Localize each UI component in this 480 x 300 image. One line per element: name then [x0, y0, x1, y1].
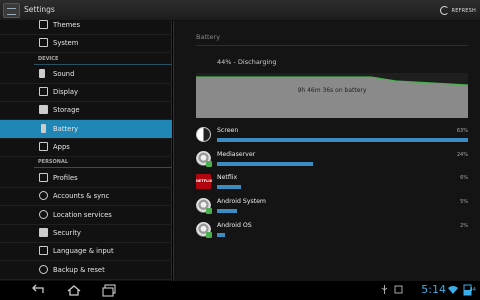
- sidebar-item-label: Backup & reset: [53, 266, 105, 274]
- usage-bar: [217, 162, 468, 166]
- android-app-icon: [196, 198, 212, 214]
- battery-history-graph[interactable]: 9h 46m 36s on battery: [196, 73, 469, 118]
- usage-bar: [217, 209, 468, 213]
- usage-percent: 2%: [460, 223, 468, 229]
- sidebar-item-language-input[interactable]: Language & input: [0, 242, 172, 261]
- usage-name: Android OS: [217, 222, 252, 229]
- sidebar-item-label: Display: [53, 88, 79, 96]
- usage-percent: 5%: [460, 199, 468, 205]
- sidebar-item-label: Storage: [53, 106, 80, 114]
- notification-icon[interactable]: [394, 285, 403, 294]
- refresh-icon: [439, 6, 449, 15]
- usage-bar-fill: [217, 185, 241, 189]
- usb-icon[interactable]: [380, 285, 389, 294]
- sidebar-item-sound[interactable]: Sound: [0, 65, 172, 84]
- sidebar-item-battery[interactable]: Battery: [0, 120, 172, 139]
- android-app-icon: [196, 151, 212, 167]
- usage-bar: [217, 233, 468, 237]
- page-title: Settings: [24, 5, 55, 14]
- back-icon[interactable]: [30, 284, 46, 297]
- refresh-label: REFRESH: [451, 7, 476, 14]
- usage-bar: [217, 138, 468, 142]
- sidebar-item-system[interactable]: System: [0, 34, 172, 53]
- usage-row-mediaserver[interactable]: Mediaserver 24%: [196, 148, 468, 172]
- lock-icon: [39, 228, 48, 237]
- sidebar-item-storage[interactable]: Storage: [0, 101, 172, 120]
- system-bar: 5:14 44: [0, 281, 480, 300]
- storage-icon: [39, 105, 48, 114]
- backup-icon: [39, 265, 48, 274]
- sidebar-item-profiles[interactable]: Profiles: [0, 169, 172, 188]
- usage-percent: 24%: [456, 152, 468, 158]
- pane-title: Battery: [196, 33, 221, 41]
- usage-bar-fill: [217, 162, 313, 166]
- usage-row-android-system[interactable]: Android System 5%: [196, 195, 468, 219]
- usage-row-android-os[interactable]: Android OS 2%: [196, 219, 468, 243]
- usage-name: Android System: [217, 198, 266, 205]
- battery-icon: [41, 124, 46, 133]
- section-header-label: DEVICE: [38, 56, 59, 62]
- clock[interactable]: 5:14: [421, 283, 446, 296]
- battery-status: 44% - Discharging: [217, 58, 277, 66]
- sidebar-item-label: Security: [53, 229, 81, 237]
- sidebar-item-location-services[interactable]: Location services: [0, 206, 172, 225]
- section-header-device: DEVICE: [34, 53, 172, 65]
- usage-row-netflix[interactable]: NETFLIX Netflix 6%: [196, 171, 468, 195]
- usage-bar-fill: [217, 209, 237, 213]
- netflix-icon-text: NETFLIX: [196, 179, 213, 183]
- usage-name: Netflix: [217, 174, 238, 181]
- wifi-icon: [448, 286, 458, 294]
- sidebar-item-label: Language & input: [53, 247, 114, 255]
- usage-bar-fill: [217, 138, 468, 142]
- usage-name: Screen: [217, 127, 239, 134]
- battery-detail-pane: Battery 44% - Discharging 9h 46m 36s on …: [173, 21, 480, 281]
- home-icon[interactable]: [66, 284, 82, 297]
- usage-percent: 6%: [460, 175, 468, 181]
- sidebar-item-label: Themes: [53, 21, 80, 29]
- speaker-icon: [39, 69, 45, 78]
- settings-list: Themes System DEVICE Sound Display Stora…: [0, 20, 172, 281]
- sidebar-item-accounts-sync[interactable]: Accounts & sync: [0, 187, 172, 206]
- section-header-label: PERSONAL: [38, 159, 69, 165]
- display-icon: [39, 87, 48, 96]
- screen-icon: [196, 127, 211, 142]
- netflix-icon: NETFLIX: [196, 174, 213, 189]
- location-icon: [39, 210, 48, 219]
- sidebar-item-backup-reset[interactable]: Backup & reset: [0, 261, 172, 280]
- recent-apps-icon[interactable]: [102, 284, 118, 297]
- system-icon: [39, 38, 48, 47]
- usage-name: Mediaserver: [217, 151, 256, 158]
- themes-icon: [39, 20, 48, 29]
- sidebar-item-label: Sound: [53, 70, 75, 78]
- android-app-icon: [196, 222, 212, 238]
- usage-percent: 63%: [456, 128, 468, 134]
- sidebar-item-label: System: [53, 39, 79, 47]
- usage-bar: [217, 185, 468, 189]
- apps-icon: [39, 142, 48, 151]
- sidebar-item-label: Apps: [53, 143, 70, 151]
- usage-row-screen[interactable]: Screen 63%: [196, 124, 468, 148]
- sidebar-item-apps[interactable]: Apps: [0, 138, 172, 157]
- sidebar-item-label: Battery: [53, 125, 79, 133]
- graph-label: 9h 46m 36s on battery: [297, 87, 367, 94]
- title-divider: [196, 45, 468, 46]
- refresh-button[interactable]: REFRESH: [439, 3, 476, 18]
- sidebar-item-label: Location services: [53, 211, 112, 219]
- sidebar-item-display[interactable]: Display: [0, 83, 172, 102]
- battery-graph-svg: [196, 73, 469, 118]
- sidebar-item-themes[interactable]: Themes: [0, 16, 172, 35]
- sidebar-item-label: Accounts & sync: [53, 192, 110, 200]
- profiles-icon: [39, 173, 48, 182]
- section-header-personal: PERSONAL: [34, 156, 172, 168]
- usage-bar-fill: [217, 233, 225, 237]
- sidebar-item-security[interactable]: Security: [0, 224, 172, 243]
- sidebar-item-label: Profiles: [53, 174, 78, 182]
- language-icon: [39, 246, 48, 255]
- sync-icon: [39, 191, 48, 200]
- battery-percent: 44: [469, 287, 476, 293]
